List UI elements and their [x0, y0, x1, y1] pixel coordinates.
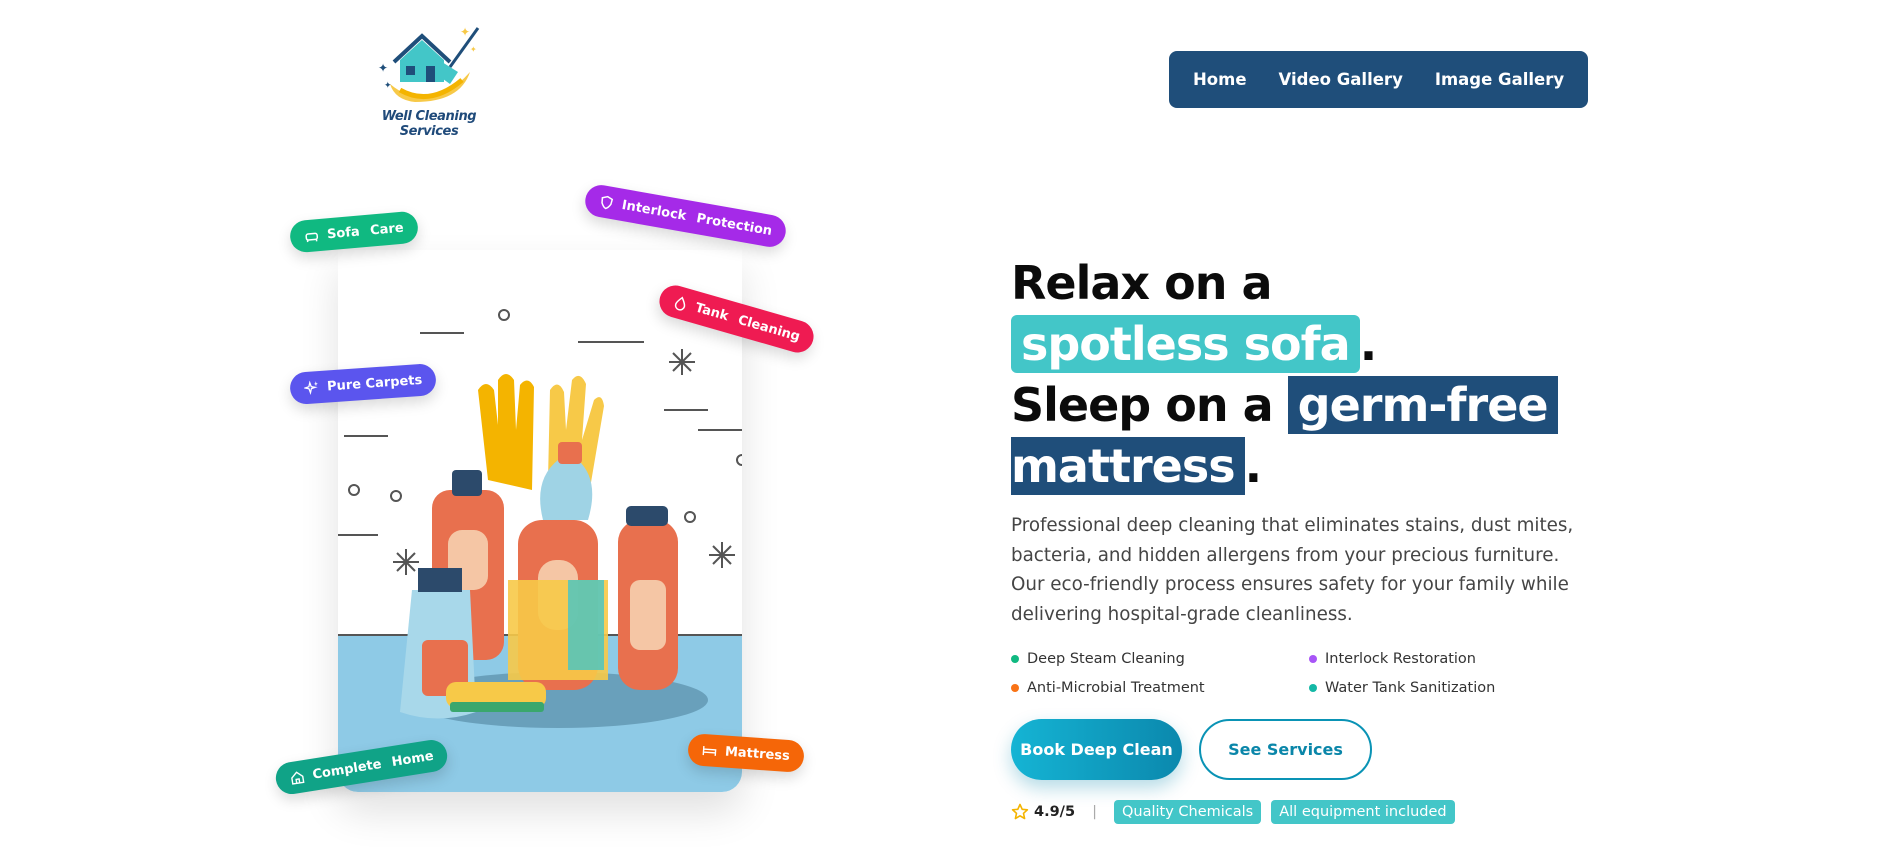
pill-interlock-label: Interlock Protection: [620, 197, 774, 239]
hero-illustration-card: [338, 250, 742, 792]
svg-text:✦: ✦: [470, 45, 477, 54]
hero-buttons: Book Deep Clean See Services: [1011, 719, 1611, 780]
droplet-icon: [671, 294, 690, 313]
feature-dot: [1309, 655, 1317, 663]
svg-text:✦: ✦: [378, 61, 388, 75]
see-services-button[interactable]: See Services: [1199, 719, 1372, 780]
svg-text:✦: ✦: [384, 81, 392, 91]
nav-home[interactable]: Home: [1193, 70, 1247, 89]
feature-dot: [1011, 684, 1019, 692]
sparkles-icon: [302, 379, 320, 396]
headline-line1-prefix: Relax on a: [1011, 256, 1273, 310]
pill-carpets-label: Pure Carpets: [326, 372, 423, 395]
highlight-mattress: mattress: [1011, 437, 1245, 495]
feature-list: Deep Steam Cleaning Interlock Restoratio…: [1011, 651, 1611, 696]
divider: |: [1092, 804, 1097, 820]
feature-label: Interlock Restoration: [1325, 651, 1476, 667]
feature-label: Anti-Microbial Treatment: [1027, 680, 1205, 696]
home-icon: [289, 769, 306, 786]
brand-logo[interactable]: ✦ ✦ ✦ ✦ Well Cleaning Services: [370, 22, 488, 139]
trust-row: 4.9/5 | Quality Chemicals All equipment …: [1011, 800, 1611, 824]
house-broom-logo-icon: ✦ ✦ ✦ ✦: [378, 25, 480, 102]
svg-text:✦: ✦: [460, 25, 470, 39]
rating: 4.9/5: [1011, 803, 1075, 821]
book-deep-clean-button[interactable]: Book Deep Clean: [1011, 719, 1182, 780]
star-icon: [1011, 803, 1029, 820]
pill-mattress-label: Mattress: [724, 744, 791, 764]
feature-dot: [1011, 655, 1019, 663]
highlight-spotless-sofa: spotless sofa: [1011, 315, 1360, 373]
pill-sofa-care: Sofa Care: [288, 210, 419, 254]
feature-dot: [1309, 684, 1317, 692]
feature-label: Water Tank Sanitization: [1325, 680, 1496, 696]
headline-line2-suffix: .: [1244, 439, 1263, 493]
brand-name: Well Cleaning Services: [381, 109, 477, 139]
feature-item: Deep Steam Cleaning: [1011, 651, 1309, 667]
feature-item: Water Tank Sanitization: [1309, 680, 1607, 696]
sofa-icon: [304, 228, 320, 244]
hero-section: Relax on a spotless sofa. Sleep on a ger…: [1011, 253, 1611, 824]
rating-value: 4.9/5: [1034, 804, 1076, 820]
cleaning-products-illustration: [338, 250, 742, 792]
pill-interlock-protection: Interlock Protection: [582, 182, 789, 250]
tag-quality-chemicals: Quality Chemicals: [1113, 800, 1262, 824]
hero-description: Professional deep cleaning that eliminat…: [1011, 515, 1574, 625]
headline-line2-prefix: Sleep on a: [1011, 378, 1274, 432]
headline-line1-suffix: .: [1359, 317, 1378, 371]
shield-icon: [598, 193, 615, 210]
nav-image-gallery[interactable]: Image Gallery: [1435, 70, 1564, 89]
feature-item: Interlock Restoration: [1309, 651, 1607, 667]
pill-sofa-label: Sofa Care: [326, 220, 405, 242]
feature-item: Anti-Microbial Treatment: [1011, 680, 1309, 696]
feature-label: Deep Steam Cleaning: [1027, 651, 1185, 667]
hero-headline: Relax on a spotless sofa. Sleep on a ger…: [1011, 253, 1611, 497]
tag-all-equipment: All equipment included: [1271, 800, 1455, 824]
nav-video-gallery[interactable]: Video Gallery: [1279, 70, 1403, 89]
highlight-germ-free: germ-free: [1287, 376, 1558, 434]
main-nav: Home Video Gallery Image Gallery: [1169, 51, 1588, 108]
bed-icon: [702, 742, 718, 758]
